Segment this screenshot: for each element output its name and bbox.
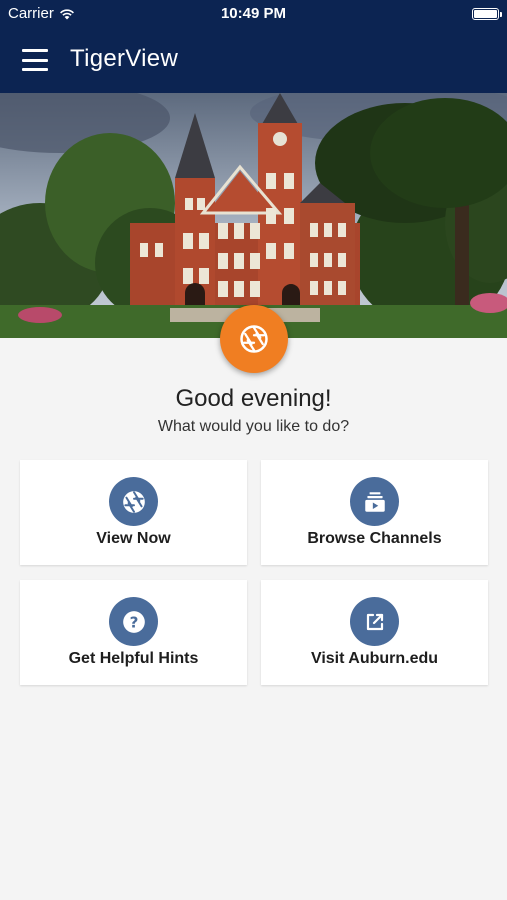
get-helpful-hints-card[interactable]: ? Get Helpful Hints	[20, 580, 247, 685]
external-link-icon	[350, 597, 399, 646]
browse-channels-label: Browse Channels	[307, 530, 442, 547]
view-now-label: View Now	[96, 530, 171, 547]
svg-text:?: ?	[129, 613, 138, 631]
camera-shutter-icon	[109, 477, 158, 526]
channels-icon	[350, 477, 399, 526]
greeting-subtitle: What would you like to do?	[157, 418, 350, 435]
camera-shutter-icon	[240, 325, 268, 353]
hero-image	[0, 93, 507, 338]
visit-auburn-card[interactable]: Visit Auburn.edu	[261, 580, 488, 685]
browse-channels-card[interactable]: Browse Channels	[261, 460, 488, 565]
status-bar: Carrier 10:49 PM	[0, 0, 507, 28]
status-time: 10:49 PM	[220, 5, 287, 22]
visit-auburn-label: Visit Auburn.edu	[310, 650, 439, 667]
camera-fab-button[interactable]	[220, 305, 288, 373]
view-now-card[interactable]: View Now	[20, 460, 247, 565]
battery-icon	[472, 8, 502, 20]
greeting-title: Good evening!	[175, 385, 332, 412]
app-bar: TigerView	[0, 28, 507, 93]
get-helpful-hints-label: Get Helpful Hints	[68, 650, 199, 667]
help-icon: ?	[109, 597, 158, 646]
hamburger-menu-icon[interactable]	[22, 49, 48, 71]
app-title: TigerView	[70, 45, 179, 72]
